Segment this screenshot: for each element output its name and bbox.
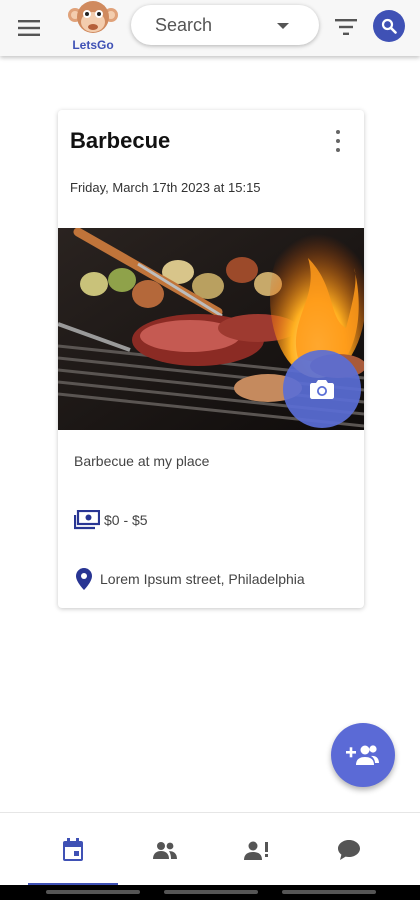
event-location: Lorem Ipsum street, Philadelphia	[100, 571, 305, 587]
event-datetime: Friday, March 17th 2023 at 15:15	[70, 180, 261, 195]
menu-button[interactable]	[14, 14, 44, 42]
bottom-navigation	[0, 812, 420, 886]
chat-icon	[338, 839, 360, 860]
search-icon	[381, 18, 397, 34]
system-navigation-bar	[0, 885, 420, 900]
more-options-icon[interactable]	[332, 130, 344, 152]
money-icon	[74, 510, 100, 530]
dropdown-caret-icon[interactable]	[277, 23, 289, 29]
filter-button[interactable]	[333, 14, 359, 40]
filter-icon	[335, 19, 357, 35]
location-row[interactable]: Lorem Ipsum street, Philadelphia	[76, 566, 305, 592]
search-input[interactable]: Search	[155, 15, 212, 36]
logo-text: LetsGo	[72, 38, 114, 52]
event-title: Barbecue	[70, 128, 171, 153]
app-bar: LetsGo Search	[0, 0, 420, 56]
calendar-icon	[63, 837, 83, 861]
add-group-button[interactable]	[331, 723, 395, 787]
location-pin-icon	[76, 568, 92, 590]
group-icon	[153, 841, 177, 859]
event-description: Barbecue at my place	[74, 453, 210, 469]
nav-friends[interactable]	[120, 813, 210, 886]
app-logo[interactable]: LetsGo	[66, 0, 120, 56]
nav-events[interactable]	[28, 813, 118, 886]
camera-button[interactable]	[283, 350, 361, 428]
hamburger-icon	[18, 20, 40, 36]
price-row: $0 - $5	[74, 508, 148, 532]
group-add-icon	[346, 745, 379, 765]
nav-chat[interactable]	[304, 813, 394, 886]
search-dropdown[interactable]: Search	[131, 5, 319, 45]
event-card[interactable]: Barbecue Friday, March 17th 2023 at 15:1…	[58, 110, 364, 608]
camera-icon	[310, 380, 334, 399]
search-button[interactable]	[373, 10, 405, 42]
nav-requests[interactable]	[212, 813, 302, 886]
person-alert-icon	[244, 841, 268, 860]
event-price: $0 - $5	[104, 512, 148, 528]
monkey-logo-icon	[68, 1, 118, 33]
